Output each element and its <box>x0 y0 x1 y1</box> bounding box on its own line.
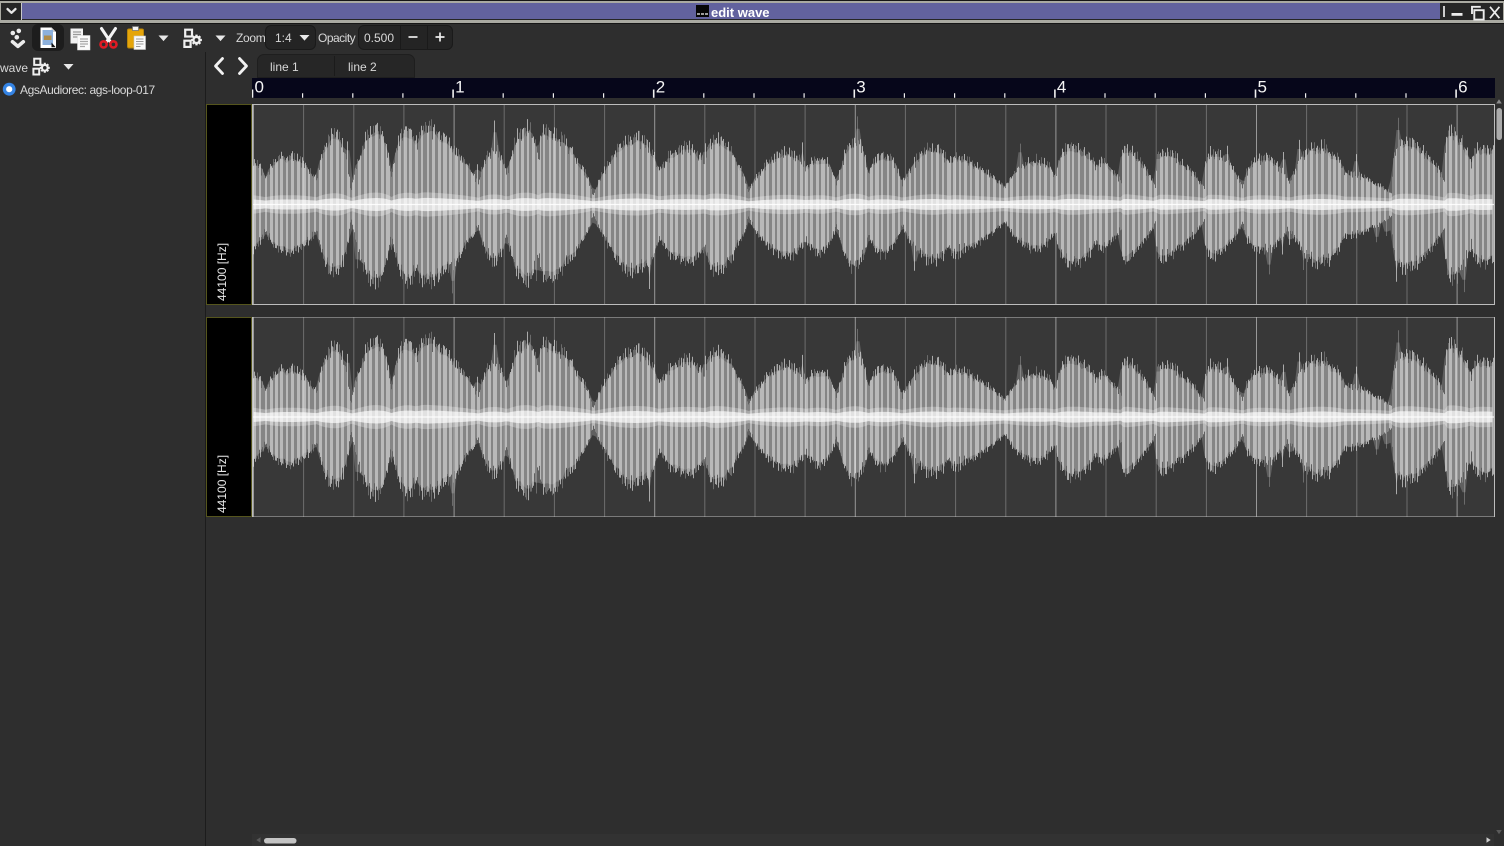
svg-text:3: 3 <box>856 78 865 97</box>
svg-text:1: 1 <box>455 78 464 97</box>
svg-text:44100 [Hz]: 44100 [Hz] <box>215 243 229 301</box>
svg-text:0: 0 <box>255 78 264 97</box>
svg-text:5: 5 <box>1258 78 1267 97</box>
svg-text:2: 2 <box>656 78 665 97</box>
svg-text:6: 6 <box>1458 78 1467 97</box>
svg-text:44100 [Hz]: 44100 [Hz] <box>215 455 229 513</box>
svg-text:4: 4 <box>1057 78 1066 97</box>
